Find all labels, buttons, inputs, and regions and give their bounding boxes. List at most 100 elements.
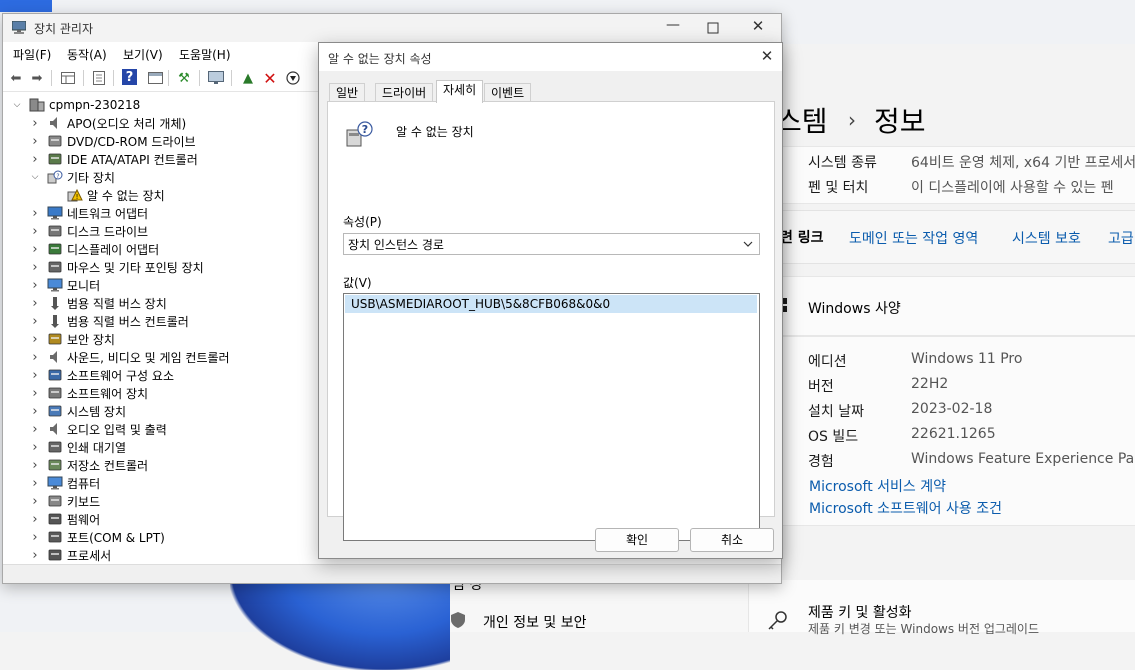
menu-help[interactable]: 도움말(H) <box>179 46 231 63</box>
document-icon[interactable] <box>90 69 108 87</box>
tree-root[interactable]: ⌵ cpmpn-230218 <box>11 96 141 114</box>
tree-category[interactable]: › DVD/CD-ROM 드라이브 <box>29 132 195 150</box>
tree-category[interactable]: › 보안 장치 <box>29 330 115 348</box>
link-system-protection[interactable]: 시스템 보호 <box>1012 228 1081 248</box>
minimize-button[interactable]: — <box>663 17 683 37</box>
chevron-right-icon[interactable]: › <box>29 422 41 437</box>
tab-driver[interactable]: 드라이버 <box>375 83 434 102</box>
chevron-right-icon[interactable]: › <box>29 548 41 563</box>
tree-category[interactable]: › 사운드, 비디오 및 게임 컨트롤러 <box>29 348 229 366</box>
chevron-right-icon[interactable]: › <box>29 314 41 329</box>
back-arrow-icon[interactable]: ⬅ <box>7 69 25 87</box>
chevron-right-icon[interactable]: › <box>29 512 41 527</box>
tree-category[interactable]: › APO(오디오 처리 개체) <box>29 114 186 132</box>
chevron-right-icon[interactable]: › <box>29 386 41 401</box>
close-button[interactable]: ✕ <box>748 17 768 37</box>
tree-category[interactable]: › 디스크 드라이브 <box>29 222 148 240</box>
tree-category[interactable]: › 인쇄 대기열 <box>29 438 126 456</box>
spec-key-system-type: 시스템 종류 <box>808 155 877 171</box>
chevron-down-icon[interactable]: ⌵ <box>29 172 41 182</box>
menu-view[interactable]: 보기(V) <box>123 46 163 63</box>
chevron-right-icon[interactable]: › <box>29 368 41 383</box>
dialog-close-button[interactable]: ✕ <box>757 47 777 67</box>
properties-window-icon[interactable] <box>146 69 164 87</box>
forward-arrow-icon[interactable]: ➡ <box>28 69 46 87</box>
tree-category[interactable]: › 마우스 및 기타 포인팅 장치 <box>29 258 203 276</box>
nav-item-privacy-security[interactable]: 개인 정보 및 보안 <box>483 612 587 632</box>
tree-category[interactable]: › 포트(COM & LPT) <box>29 528 164 546</box>
link-services-agreement[interactable]: Microsoft 서비스 계약 <box>809 476 946 496</box>
chevron-right-icon[interactable]: › <box>29 530 41 545</box>
chevron-down-icon[interactable]: ⌵ <box>11 100 23 110</box>
scan-hardware-icon[interactable] <box>207 69 225 87</box>
menu-file[interactable]: 파일(F) <box>13 46 51 63</box>
tree-device-item[interactable]: ! 알 수 없는 장치 <box>49 186 165 204</box>
chevron-right-icon[interactable]: › <box>29 350 41 365</box>
properties-grid-icon[interactable] <box>59 69 77 87</box>
component-icon <box>47 368 63 382</box>
tree-category[interactable]: › 프로세서 <box>29 546 111 564</box>
tree-category[interactable]: › 저장소 컨트롤러 <box>29 456 148 474</box>
tree-category[interactable]: › 소프트웨어 구성 요소 <box>29 366 174 384</box>
update-driver-icon[interactable]: ⚒ <box>175 69 193 87</box>
tree-category[interactable]: › 범용 직렬 버스 컨트롤러 <box>29 312 188 330</box>
product-key-subtitle: 제품 키 변경 또는 Windows 버전 업그레이드 <box>808 622 1040 636</box>
tree-item-label: 알 수 없는 장치 <box>87 188 165 203</box>
value-list-item[interactable]: USB\ASMEDIAROOT_HUB\5&8CFB068&0&0 <box>345 295 757 313</box>
download-driver-icon[interactable] <box>284 69 302 87</box>
chevron-right-icon[interactable]: › <box>29 458 41 473</box>
chevron-right-icon[interactable]: › <box>29 332 41 347</box>
dvd-drive-icon <box>47 134 63 148</box>
dialog-titlebar[interactable]: 알 수 없는 장치 속성 ✕ <box>319 43 782 71</box>
breadcrumb-separator-icon: › <box>848 108 856 132</box>
toolbar-separator <box>199 70 200 86</box>
tree-category[interactable]: › IDE ATA/ATAPI 컨트롤러 <box>29 150 197 168</box>
tree-category[interactable]: › 디스플레이 어댑터 <box>29 240 159 258</box>
tree-category[interactable]: › 펌웨어 <box>29 510 100 528</box>
chevron-right-icon[interactable]: › <box>29 440 41 455</box>
maximize-button[interactable] <box>703 18 723 38</box>
chevron-right-icon[interactable]: › <box>29 260 41 275</box>
chevron-right-icon[interactable]: › <box>29 242 41 257</box>
link-advanced[interactable]: 고급 <box>1108 228 1134 248</box>
chevron-right-icon[interactable]: › <box>29 476 41 491</box>
add-device-icon[interactable]: ▲ <box>239 69 257 87</box>
chevron-right-icon[interactable]: › <box>29 152 41 167</box>
toolbar-separator <box>113 70 114 86</box>
tree-category[interactable]: › 범용 직렬 버스 장치 <box>29 294 166 312</box>
tree-category[interactable]: ⌵? 기타 장치 <box>29 168 115 186</box>
uninstall-device-icon[interactable]: ✕ <box>261 69 279 88</box>
chevron-right-icon[interactable]: › <box>29 494 41 509</box>
chevron-right-icon[interactable]: › <box>29 134 41 149</box>
chevron-right-icon[interactable]: › <box>29 404 41 419</box>
tab-general[interactable]: 일반 <box>329 83 366 102</box>
device-name: 알 수 없는 장치 <box>396 125 474 139</box>
tree-category[interactable]: › 시스템 장치 <box>29 402 126 420</box>
tab-details[interactable]: 자세히 <box>436 80 484 103</box>
link-domain-workgroup[interactable]: 도메인 또는 작업 영역 <box>849 228 978 248</box>
tab-events[interactable]: 이벤트 <box>484 83 532 102</box>
chevron-right-icon[interactable]: › <box>29 116 41 131</box>
cancel-button[interactable]: 취소 <box>690 528 774 552</box>
property-select[interactable]: 장치 인스턴스 경로 <box>343 233 760 255</box>
chevron-right-icon[interactable]: › <box>29 206 41 221</box>
link-software-license[interactable]: Microsoft 소프트웨어 사용 조건 <box>809 498 1002 518</box>
ok-button[interactable]: 확인 <box>595 528 679 552</box>
titlebar[interactable]: 장치 관리자 — ✕ <box>3 14 781 42</box>
spec-value-version: 22H2 <box>911 376 949 392</box>
chevron-right-icon[interactable]: › <box>29 224 41 239</box>
spec-key-pen-touch: 펜 및 터치 <box>808 180 869 196</box>
value-listbox[interactable]: USB\ASMEDIAROOT_HUB\5&8CFB068&0&0 <box>343 293 760 541</box>
help-icon[interactable]: ? <box>122 69 137 85</box>
tree-category[interactable]: › 컴퓨터 <box>29 474 100 492</box>
tree-category[interactable]: › 소프트웨어 장치 <box>29 384 148 402</box>
chevron-right-icon[interactable]: › <box>29 296 41 311</box>
tree-category[interactable]: › 오디오 입력 및 출력 <box>29 420 166 438</box>
tree-category[interactable]: › 키보드 <box>29 492 100 510</box>
chevron-right-icon[interactable]: › <box>29 278 41 293</box>
tree-category[interactable]: › 모니터 <box>29 276 100 294</box>
settings-breadcrumb-parent[interactable]: 스템 <box>776 100 828 140</box>
menu-action[interactable]: 동작(A) <box>67 46 107 63</box>
tree-category[interactable]: › 네트워크 어댑터 <box>29 204 148 222</box>
software-device-icon <box>47 386 63 400</box>
